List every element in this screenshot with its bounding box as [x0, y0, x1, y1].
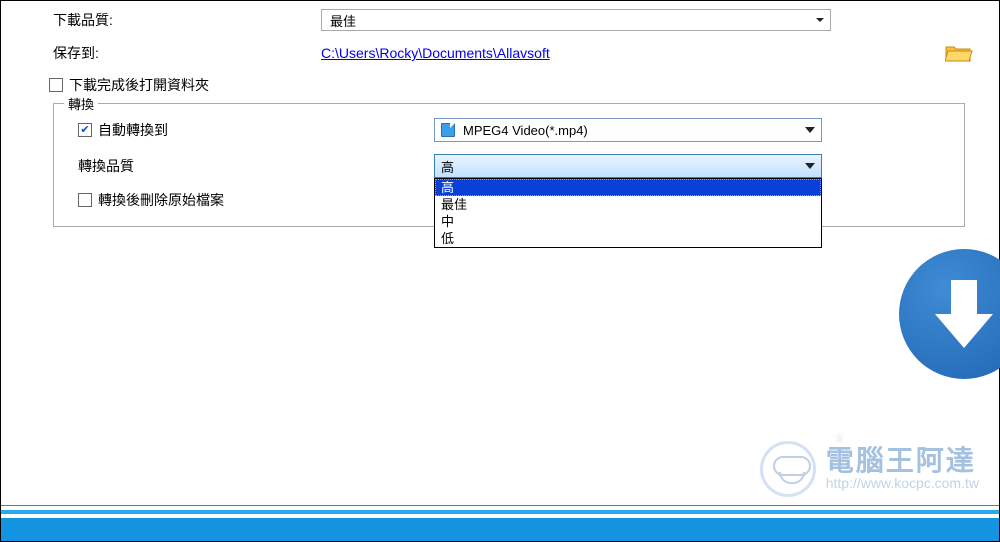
checkbox-icon: [49, 78, 63, 92]
footer-bar: [1, 505, 999, 541]
open-folder-after-download-label: 下載完成後打開資料夾: [69, 75, 209, 95]
download-quality-label: 下載品質:: [53, 10, 321, 30]
convert-group-title: 轉換: [64, 94, 98, 113]
download-button[interactable]: [899, 249, 1000, 379]
crown-icon: ♕: [834, 431, 845, 445]
save-to-path-link[interactable]: C:\Users\Rocky\Documents\Allavsoft: [321, 45, 550, 61]
watermark: ♕ 電腦王阿達 http://www.kocpc.com.tw: [760, 441, 979, 497]
auto-convert-checkbox[interactable]: ✔ 自動轉換到: [78, 120, 168, 140]
convert-quality-option[interactable]: 中: [435, 213, 821, 230]
convert-quality-value: 高: [441, 157, 454, 176]
auto-convert-format-value: MPEG4 Video(*.mp4): [463, 123, 588, 138]
open-folder-after-download-checkbox[interactable]: 下載完成後打開資料夾: [49, 75, 209, 95]
watermark-title: 電腦王阿達: [826, 447, 976, 475]
checkbox-icon: ✔: [78, 123, 92, 137]
convert-quality-option[interactable]: 低: [435, 230, 821, 247]
delete-original-label: 轉換後刪除原始檔案: [98, 190, 224, 210]
watermark-url: http://www.kocpc.com.tw: [826, 475, 979, 491]
auto-convert-label: 自動轉換到: [98, 120, 168, 140]
auto-convert-format-select[interactable]: MPEG4 Video(*.mp4): [434, 118, 822, 142]
convert-quality-label: 轉換品質: [74, 156, 434, 176]
open-folder-icon[interactable]: [945, 43, 973, 63]
convert-groupbox: 轉換 ✔ 自動轉換到 MPEG4 Video(*.mp4) 轉換品質: [53, 103, 965, 227]
chevron-down-icon: [805, 163, 815, 169]
chevron-down-icon: [816, 18, 824, 22]
checkbox-icon: [78, 193, 92, 207]
convert-quality-option[interactable]: 高: [435, 179, 821, 196]
chevron-down-icon: [805, 127, 815, 133]
download-quality-value: 最佳: [330, 11, 356, 30]
video-file-icon: [441, 123, 455, 137]
delete-original-checkbox[interactable]: 轉換後刪除原始檔案: [78, 190, 224, 210]
download-arrow-icon: [929, 274, 999, 354]
watermark-avatar-icon: [760, 441, 816, 497]
convert-quality-dropdown: 高 最佳 中 低: [434, 178, 822, 248]
save-to-label: 保存到:: [53, 43, 321, 63]
convert-quality-option[interactable]: 最佳: [435, 196, 821, 213]
download-quality-select[interactable]: 最佳: [321, 9, 831, 31]
convert-quality-select[interactable]: 高: [434, 154, 822, 178]
